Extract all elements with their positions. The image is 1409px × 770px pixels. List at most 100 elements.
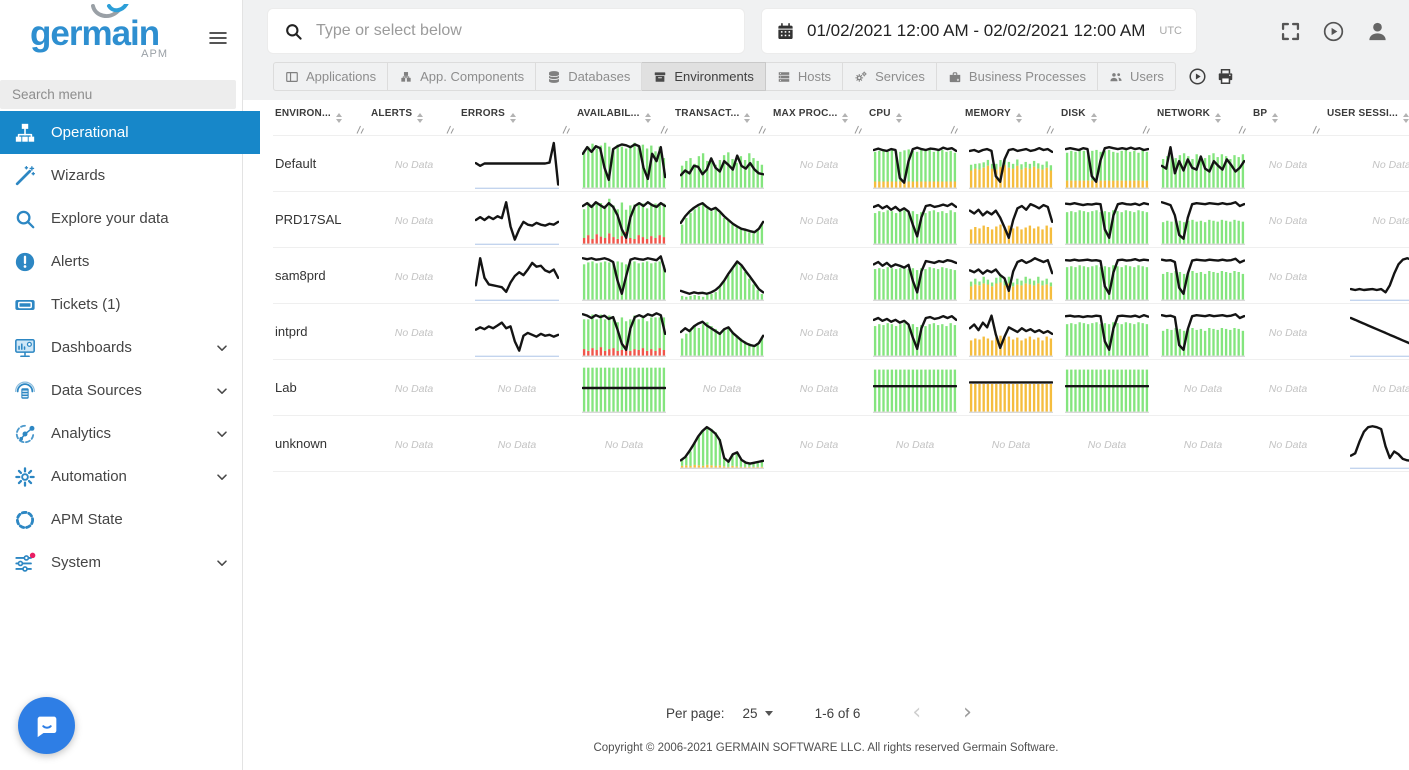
table-row[interactable]: sam8prdNo DataNo DataNo Data [273,248,1409,304]
tab-users[interactable]: Users [1098,62,1176,91]
sparkline-errors[interactable] [475,307,559,357]
sparkline-memory[interactable] [969,251,1053,301]
resize-handle[interactable] [1312,125,1320,134]
sparkline-usersessions[interactable] [1350,307,1409,357]
sidebar-item-tickets[interactable]: Tickets (1) [0,283,242,326]
sparkline-disk[interactable] [1065,251,1149,301]
play-icon[interactable] [1322,20,1345,43]
sparkline-transactions[interactable] [680,251,764,301]
sort-icon[interactable] [744,113,750,123]
tab-databases[interactable]: Databases [536,62,642,91]
column-header-maxproc[interactable]: MAX PROC... [771,100,867,136]
resize-handle[interactable] [950,125,958,134]
table-row[interactable]: DefaultNo DataNo DataNo DataNo Data [273,136,1409,192]
sparkline-network[interactable] [1161,307,1245,357]
table-row[interactable]: unknownNo DataNo DataNo DataNo DataNo Da… [273,416,1409,472]
resize-handle[interactable] [854,125,862,134]
fullscreen-icon[interactable] [1280,21,1301,42]
sparkline-memory[interactable] [969,363,1053,413]
sidebar-item-apm-state[interactable]: APM State [0,498,242,541]
sparkline-availability[interactable] [582,363,666,413]
sparkline-transactions[interactable] [680,307,764,357]
resize-handle[interactable] [562,125,570,134]
sort-icon[interactable] [510,113,516,123]
date-range-picker[interactable]: 01/02/2021 12:00 AM - 02/02/2021 12:00 A… [761,8,1197,54]
germain-logo[interactable]: germain APM [0,0,242,60]
sort-icon[interactable] [1403,113,1409,123]
column-header-disk[interactable]: DISK [1059,100,1155,136]
global-search-input[interactable] [314,21,728,41]
sparkline-transactions[interactable] [680,195,764,245]
sort-icon[interactable] [1215,113,1221,123]
sidebar-item-alerts[interactable]: Alerts [0,240,242,283]
sidebar-item-automation[interactable]: Automation [0,455,242,498]
table-row[interactable]: PRD17SALNo DataNo DataNo DataNo Data [273,192,1409,248]
sidebar-item-operational[interactable]: Operational [0,111,260,154]
tab-hosts[interactable]: Hosts [766,62,843,91]
sparkline-usersessions[interactable] [1350,251,1409,301]
table-row[interactable]: intprdNo DataNo DataNo Data [273,304,1409,360]
resize-handle[interactable] [1046,125,1054,134]
column-header-transactions[interactable]: TRANSACT... [673,100,771,136]
sort-icon[interactable] [1091,113,1097,123]
chat-bubble-button[interactable] [18,697,75,754]
tab-services[interactable]: Services [843,62,937,91]
sparkline-disk[interactable] [1065,307,1149,357]
tab-environments[interactable]: Environments [642,62,765,91]
next-page-button[interactable]: › [949,704,986,722]
sort-icon[interactable] [1272,113,1278,123]
sparkline-transactions[interactable] [680,419,764,469]
sparkline-errors[interactable] [475,195,559,245]
table-row[interactable]: LabNo DataNo DataNo DataNo DataNo DataNo… [273,360,1409,416]
resize-handle[interactable] [758,125,766,134]
sidebar-item-wizards[interactable]: Wizards [0,154,242,197]
resize-handle[interactable] [1238,125,1246,134]
sparkline-cpu[interactable] [873,139,957,189]
sort-icon[interactable] [336,113,342,123]
sidebar-item-analytics[interactable]: Analytics [0,412,242,455]
user-icon[interactable] [1366,20,1389,43]
sparkline-errors[interactable] [475,251,559,301]
sparkline-memory[interactable] [969,307,1053,357]
resize-handle[interactable] [356,125,364,134]
resize-handle[interactable] [1142,125,1150,134]
column-header-memory[interactable]: MEMORY [963,100,1059,136]
sparkline-cpu[interactable] [873,251,957,301]
per-page-select[interactable]: 25 [743,706,773,721]
sort-icon[interactable] [417,113,423,123]
column-header-bp[interactable]: BP [1251,100,1325,136]
column-header-alerts[interactable]: ALERTS [369,100,459,136]
column-header-usersessions[interactable]: USER SESSI... [1325,100,1409,136]
sparkline-usersessions[interactable] [1350,419,1409,469]
column-header-name[interactable]: ENVIRON... [273,100,369,136]
sparkline-availability[interactable] [582,307,666,357]
sidebar-item-dashboards[interactable]: Dashboards [0,326,242,369]
sparkline-errors[interactable] [475,139,559,189]
sparkline-network[interactable] [1161,195,1245,245]
sparkline-disk[interactable] [1065,363,1149,413]
resize-handle[interactable] [660,125,668,134]
sparkline-disk[interactable] [1065,195,1149,245]
sparkline-memory[interactable] [969,139,1053,189]
sparkline-disk[interactable] [1065,139,1149,189]
sort-icon[interactable] [842,113,848,123]
sparkline-cpu[interactable] [873,363,957,413]
column-header-availability[interactable]: AVAILABIL... [575,100,673,136]
prev-page-button[interactable]: ‹ [898,704,935,722]
sparkline-cpu[interactable] [873,195,957,245]
sidebar-item-data-sources[interactable]: Data Sources [0,369,242,412]
sparkline-transactions[interactable] [680,139,764,189]
sidebar-item-system[interactable]: System [0,541,242,584]
tab-app-components[interactable]: App. Components [388,62,536,91]
sparkline-availability[interactable] [582,195,666,245]
sidebar-search-input[interactable] [0,80,236,109]
sparkline-availability[interactable] [582,251,666,301]
sparkline-network[interactable] [1161,139,1245,189]
sparkline-availability[interactable] [582,139,666,189]
tab-business-processes[interactable]: Business Processes [937,62,1098,91]
sort-icon[interactable] [896,113,902,123]
resize-handle[interactable] [446,125,454,134]
sparkline-memory[interactable] [969,195,1053,245]
tab-applications[interactable]: Applications [273,62,388,91]
column-header-network[interactable]: NETWORK [1155,100,1251,136]
